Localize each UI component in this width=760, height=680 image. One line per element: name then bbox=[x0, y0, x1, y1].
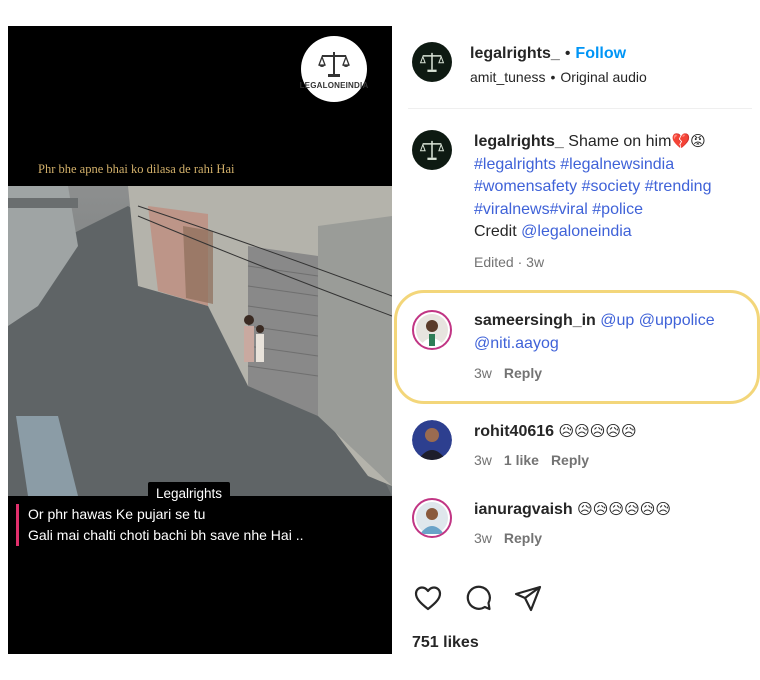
share-button[interactable] bbox=[512, 582, 544, 614]
comment-icon bbox=[466, 585, 491, 611]
comment-mentions-2[interactable]: @niti.aayog bbox=[474, 335, 559, 352]
user-photo-icon bbox=[416, 502, 448, 534]
comment-item: sameersingh_in @up @uppolice @niti.aayog… bbox=[412, 310, 752, 381]
scale-logo-icon bbox=[419, 140, 445, 160]
like-button[interactable] bbox=[412, 582, 444, 614]
caption-time: 3w bbox=[526, 253, 545, 270]
subtitle-line-1: Or phr hawas Ke pujari se tu bbox=[28, 506, 206, 522]
comment-item: rohit40616 😥😥😥😥😥 3w 1 like Reply bbox=[412, 420, 752, 468]
audio-label[interactable]: Original audio bbox=[560, 69, 646, 85]
post-header: legalrights_ • Follow amit_tuness • Original… bbox=[408, 42, 752, 102]
comment-likes[interactable]: 1 like bbox=[504, 452, 539, 468]
audio-user[interactable]: amit_tuness bbox=[470, 69, 545, 85]
legaloneindia-logo: LEGALONEINDIA bbox=[299, 36, 369, 102]
reply-button[interactable]: Reply bbox=[504, 365, 542, 381]
avatar[interactable] bbox=[412, 498, 452, 538]
user-photo-icon bbox=[412, 420, 452, 460]
share-icon bbox=[514, 585, 542, 612]
scale-logo-icon bbox=[419, 52, 445, 72]
caption-emojis: 💔😡 bbox=[671, 132, 706, 150]
logo-text: LEGALONEINDIA bbox=[299, 80, 369, 90]
comment-button[interactable] bbox=[462, 582, 494, 614]
like-count[interactable]: 751 likes bbox=[412, 634, 479, 652]
hashtags-line-3[interactable]: #viralnews#viral #police bbox=[474, 201, 643, 218]
channel-badge: Legalrights bbox=[148, 482, 231, 505]
street-scene-image bbox=[8, 186, 392, 496]
comment-time: 3w bbox=[474, 529, 492, 546]
comment-emojis: 😥😥😥😥😥😥 bbox=[577, 500, 671, 518]
header-username[interactable]: legalrights_ bbox=[470, 45, 560, 62]
avatar[interactable] bbox=[412, 42, 452, 82]
hashtags-line-2[interactable]: #womensafety #society #trending bbox=[474, 178, 711, 195]
avatar[interactable] bbox=[412, 420, 452, 460]
edited-label: Edited bbox=[474, 253, 514, 270]
comment-username[interactable]: sameersingh_in bbox=[474, 312, 596, 329]
comment-item: ianuragvaish 😥😥😥😥😥😥 3w Reply bbox=[412, 498, 752, 546]
video-subtitle: Or phr hawas Ke pujari se tu Gali mai ch… bbox=[16, 504, 303, 546]
post-actions bbox=[412, 582, 544, 614]
post-caption: legalrights_ Shame on him💔😡 #legalrights… bbox=[412, 130, 752, 270]
video-top-caption: Phr bhe apne bhai ko dilasa de rahi Hai bbox=[38, 162, 235, 176]
user-photo-icon bbox=[416, 314, 448, 346]
comment-emojis: 😥😥😥😥😥 bbox=[558, 422, 637, 440]
comment-mentions-1[interactable]: @up @uppolice bbox=[600, 312, 714, 329]
caption-username[interactable]: legalrights_ bbox=[474, 133, 564, 150]
comment-username[interactable]: ianuragvaish bbox=[474, 501, 573, 518]
subtitle-line-2: Gali mai chalti choti bachi bh save nhe … bbox=[28, 527, 304, 543]
heart-icon bbox=[414, 586, 442, 611]
avatar[interactable] bbox=[412, 310, 452, 350]
avatar[interactable] bbox=[412, 130, 452, 170]
scale-logo-icon bbox=[318, 51, 350, 77]
credit-handle[interactable]: @legaloneindia bbox=[521, 223, 632, 240]
comment-time: 3w bbox=[474, 365, 492, 381]
post-side-panel: legalrights_ • Follow amit_tuness • Original… bbox=[394, 26, 760, 680]
hashtags-line-1[interactable]: #legalrights #legalnewsindia bbox=[474, 156, 674, 173]
follow-button[interactable]: Follow bbox=[575, 45, 626, 62]
comment-username[interactable]: rohit40616 bbox=[474, 423, 554, 440]
divider bbox=[408, 108, 752, 109]
caption-text: Shame on him bbox=[568, 133, 672, 150]
comment-time: 3w bbox=[474, 451, 492, 468]
reel-video[interactable]: LEGALONEINDIA Phr bhe apne bhai ko dilas… bbox=[8, 26, 392, 654]
video-frame bbox=[8, 186, 392, 496]
reply-button[interactable]: Reply bbox=[504, 530, 542, 546]
credit-label: Credit bbox=[474, 223, 517, 240]
reply-button[interactable]: Reply bbox=[551, 452, 589, 468]
